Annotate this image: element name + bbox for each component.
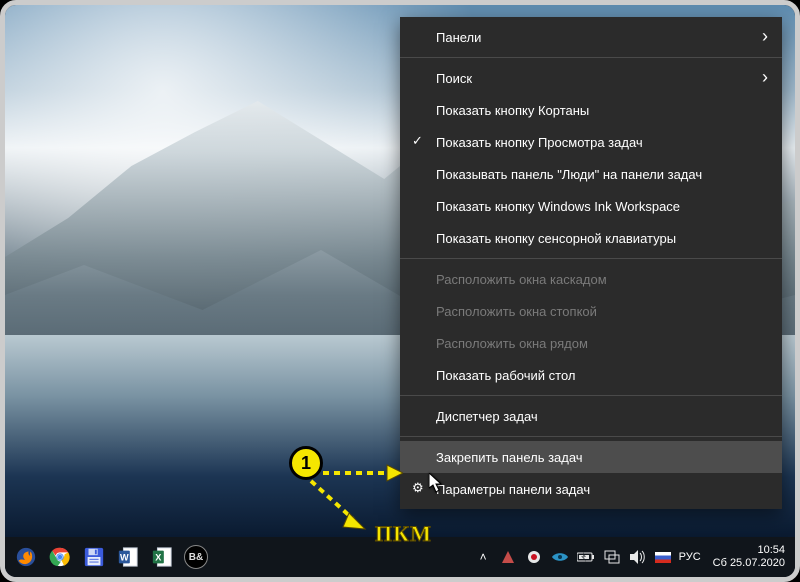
menu-item-taskbar-settings[interactable]: Параметры панели задач — [400, 473, 782, 505]
tray-network-icon[interactable] — [603, 548, 621, 566]
menu-separator — [400, 57, 782, 58]
tray-overflow-button[interactable]: ˄ — [476, 550, 491, 564]
taskbar-app-bang-olufsen[interactable]: B& — [181, 542, 211, 572]
taskbar-app-excel[interactable]: X — [147, 542, 177, 572]
menu-item-stack-windows: Расположить окна стопкой — [400, 295, 782, 327]
menu-item-cortana-button[interactable]: Показать кнопку Кортаны — [400, 94, 782, 126]
svg-text:W: W — [120, 553, 129, 563]
annotation-label: ПКМ — [375, 521, 432, 547]
menu-separator — [400, 436, 782, 437]
tray-language-flag-icon[interactable] — [655, 552, 671, 563]
menu-item-search[interactable]: Поиск — [400, 62, 782, 94]
tray-eye-icon[interactable] — [551, 548, 569, 566]
taskbar-app-firefox[interactable] — [11, 542, 41, 572]
menu-item-panels[interactable]: Панели — [400, 21, 782, 53]
taskbar-pinned-apps: W X B& — [11, 542, 211, 572]
annotation-arrow-icon — [309, 479, 369, 533]
tray-app-icon[interactable] — [525, 548, 543, 566]
menu-item-lock-taskbar[interactable]: Закрепить панель задач — [400, 441, 782, 473]
taskbar-app-save[interactable] — [79, 542, 109, 572]
menu-item-task-manager[interactable]: Диспетчер задач — [400, 400, 782, 432]
mouse-cursor-icon — [429, 473, 443, 493]
menu-item-cascade-windows: Расположить окна каскадом — [400, 263, 782, 295]
annotation-badge: 1 — [289, 446, 323, 480]
taskbar-app-word[interactable]: W — [113, 542, 143, 572]
menu-item-touch-keyboard[interactable]: Показать кнопку сенсорной клавиатуры — [400, 222, 782, 254]
tray-app-icon[interactable] — [499, 548, 517, 566]
svg-text:X: X — [155, 553, 162, 563]
menu-separator — [400, 258, 782, 259]
taskbar-context-menu: Панели Поиск Показать кнопку Кортаны Пок… — [400, 17, 782, 509]
menu-item-show-desktop[interactable]: Показать рабочий стол — [400, 359, 782, 391]
menu-item-task-view-button[interactable]: Показать кнопку Просмотра задач — [400, 126, 782, 158]
taskbar-app-chrome[interactable] — [45, 542, 75, 572]
tray-language-label[interactable]: РУС — [679, 551, 701, 563]
tray-clock[interactable]: 10:54Сб 25.07.2020 — [709, 544, 789, 570]
tray-battery-icon[interactable] — [577, 548, 595, 566]
tray-volume-icon[interactable] — [629, 548, 647, 566]
taskbar-tray: ˄ РУС 10:54Сб 25.07.2020 — [476, 544, 789, 570]
menu-item-ink-workspace[interactable]: Показать кнопку Windows Ink Workspace — [400, 190, 782, 222]
menu-item-people-panel[interactable]: Показывать панель "Люди" на панели задач — [400, 158, 782, 190]
menu-item-side-by-side-windows: Расположить окна рядом — [400, 327, 782, 359]
bo-icon: B& — [184, 545, 208, 569]
menu-separator — [400, 395, 782, 396]
